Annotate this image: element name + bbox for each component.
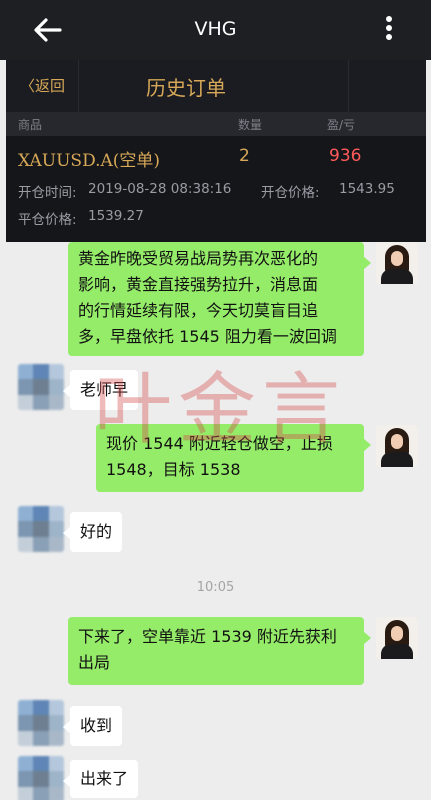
- column-pnl: 盈/亏: [327, 118, 356, 132]
- divider: [348, 60, 349, 112]
- order-page-title: 历史订单: [146, 76, 226, 100]
- column-product: 商品: [18, 118, 43, 132]
- order-table-header: 商品 数量 盈/亏: [6, 112, 426, 136]
- message-text: 现价 1544 附近轻仓做空，止损: [106, 434, 333, 453]
- app-bar: VHG: [0, 0, 431, 60]
- message-text: 好的: [80, 522, 113, 541]
- message-timestamp: 10:05: [196, 580, 235, 595]
- open-price-value: 1543.95: [339, 181, 395, 197]
- avatar-other[interactable]: [18, 756, 64, 800]
- message-text: 的行情延续有限，今天切莫盲目追: [78, 301, 319, 320]
- message-other[interactable]: 出来了: [62, 760, 139, 798]
- order-subnav: 〈返回 历史订单: [6, 60, 426, 112]
- open-price-label: 开仓价格:: [261, 185, 320, 201]
- avatar-self[interactable]: [376, 617, 418, 659]
- order-quantity: 2: [239, 146, 250, 166]
- message-text: 出来了: [80, 769, 129, 788]
- more-vertical-icon[interactable]: [383, 16, 395, 46]
- avatar-other[interactable]: [18, 506, 64, 552]
- column-quantity: 数量: [238, 118, 263, 132]
- open-time-label: 开仓时间:: [18, 185, 77, 201]
- close-price-label: 平仓价格:: [18, 212, 77, 228]
- message-other[interactable]: 好的: [62, 512, 123, 552]
- message-text: 黄金昨晚受贸易战局势再次恶化的: [78, 249, 319, 268]
- app-title: VHG: [194, 18, 237, 40]
- message-text: 下来了，空单靠近 1539 附近先获利: [78, 627, 337, 646]
- message-text: 1548，目标 1538: [106, 460, 241, 479]
- message-self[interactable]: 黄金昨晚受贸易战局势再次恶化的 影响，黄金直接强势拉升，消息面 的行情延续有限，…: [68, 242, 371, 356]
- avatar-other[interactable]: [18, 700, 64, 746]
- message-self[interactable]: 下来了，空单靠近 1539 附近先获利 出局: [68, 617, 371, 685]
- order-row[interactable]: XAUUSD.A(空单) 2 936: [6, 136, 426, 176]
- message-other[interactable]: 老师早: [62, 370, 139, 410]
- avatar-self[interactable]: [376, 425, 418, 467]
- message-text: 收到: [80, 716, 113, 735]
- message-text: 影响，黄金直接强势拉升，消息面: [78, 275, 319, 294]
- message-text: 多，早盘依托 1545 阻力看一波回调: [78, 327, 337, 346]
- message-other[interactable]: 收到: [62, 706, 123, 746]
- open-time-value: 2019-08-28 08:38:16: [88, 181, 232, 197]
- close-price-value: 1539.27: [88, 208, 144, 224]
- order-history-panel: 〈返回 历史订单 商品 数量 盈/亏 XAUUSD.A(空单) 2 936 开仓…: [6, 60, 426, 242]
- message-text: 老师早: [80, 380, 129, 399]
- message-text: 出局: [78, 653, 111, 672]
- order-symbol: XAUUSD.A(空单): [18, 151, 161, 171]
- order-pnl: 936: [329, 146, 362, 166]
- message-self[interactable]: 现价 1544 附近轻仓做空，止损 1548，目标 1538: [96, 424, 371, 492]
- avatar-other[interactable]: [18, 364, 64, 410]
- avatar-self[interactable]: [376, 242, 418, 284]
